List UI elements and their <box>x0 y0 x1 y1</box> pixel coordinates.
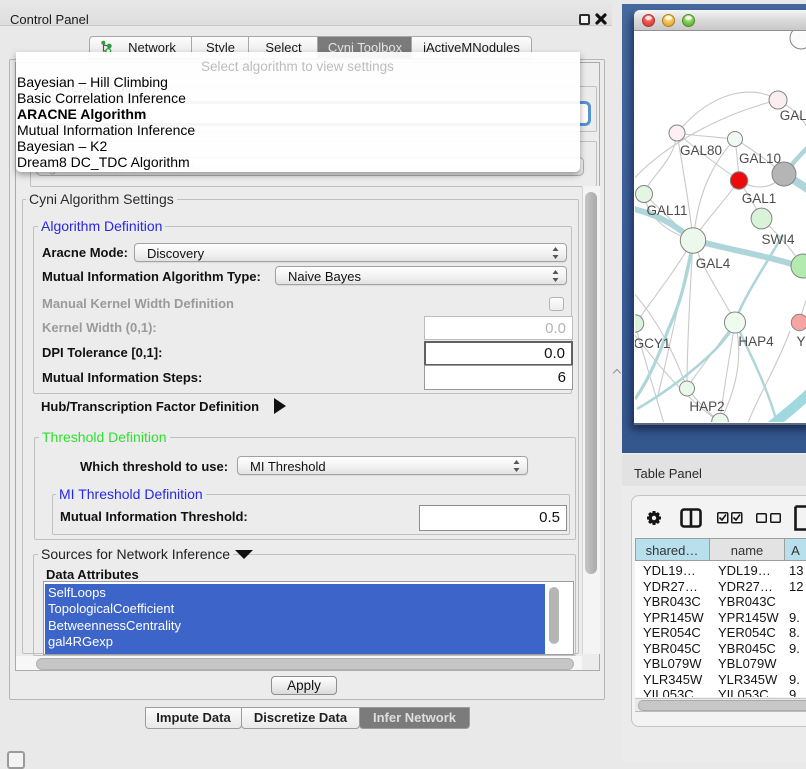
svg-text:GAL7: GAL7 <box>780 108 806 123</box>
svg-text:SWI4: SWI4 <box>761 232 794 247</box>
svg-text:HAP2: HAP2 <box>689 399 724 414</box>
svg-text:GAL11: GAL11 <box>646 203 687 218</box>
svg-text:Y: Y <box>796 334 805 349</box>
svg-text:HAP4: HAP4 <box>738 334 774 349</box>
svg-text:GAL10: GAL10 <box>739 151 781 166</box>
svg-text:GAL80: GAL80 <box>680 143 722 158</box>
svg-text:GAL1: GAL1 <box>742 191 777 206</box>
svg-text:GCY1: GCY1 <box>635 336 670 351</box>
svg-text:GAL4: GAL4 <box>696 256 731 271</box>
